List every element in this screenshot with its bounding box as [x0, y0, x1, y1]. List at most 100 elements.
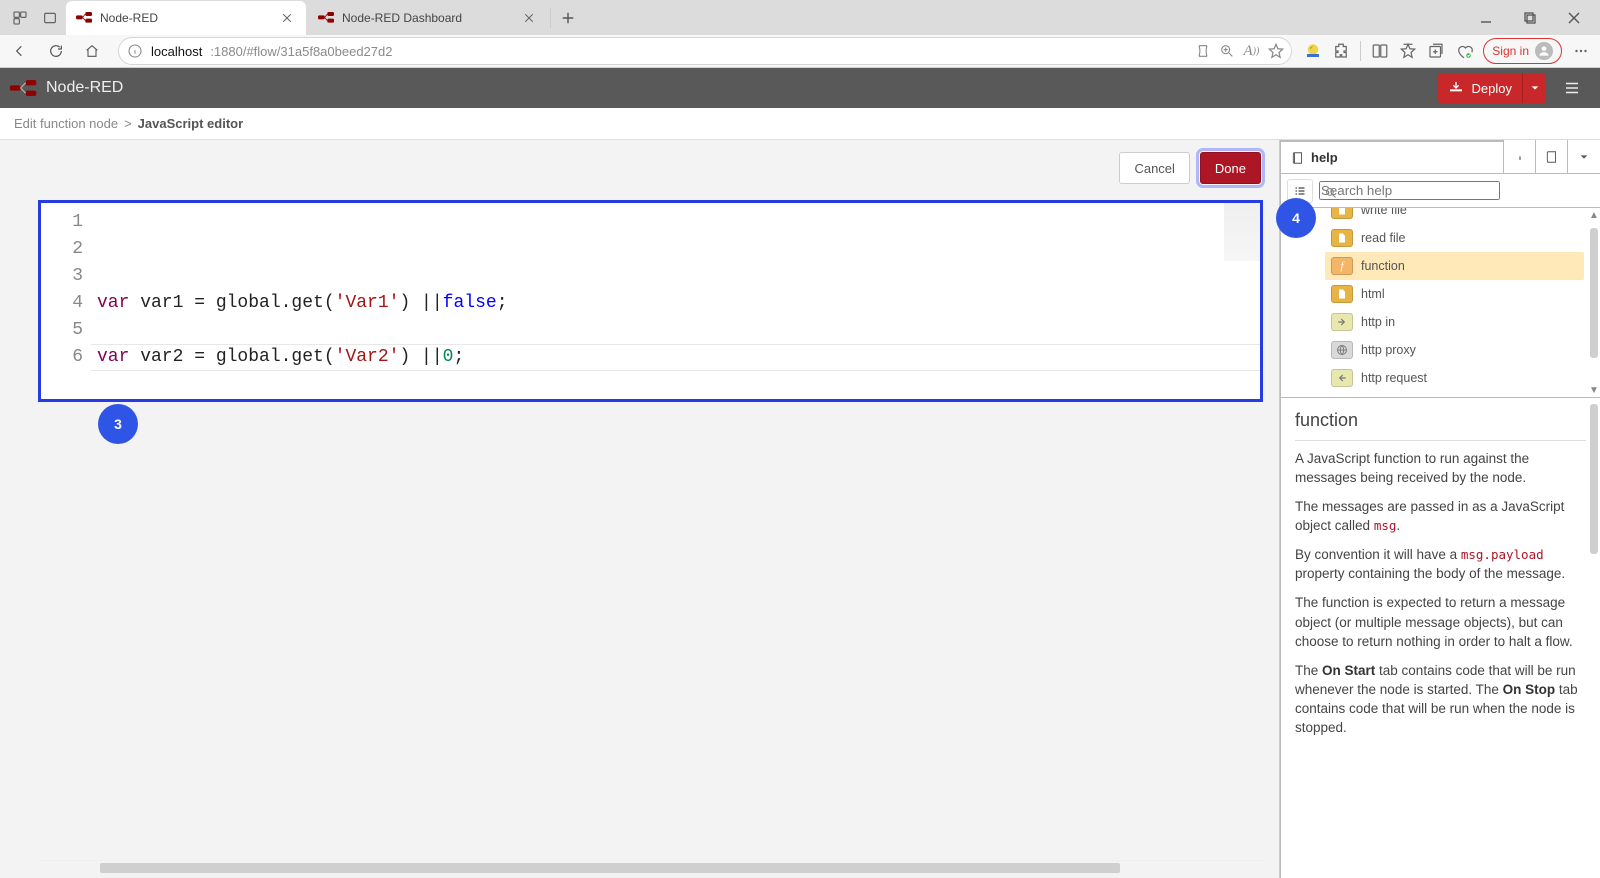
editor-horizontal-scrollbar[interactable] — [40, 860, 1263, 874]
collections-icon[interactable] — [1427, 42, 1445, 60]
palette-item-html[interactable]: html — [1325, 280, 1584, 308]
sidebar-tab-help-label: help — [1311, 150, 1338, 165]
app-body: Cancel Done 1 2 3 4 5 6 var var1 = globa… — [0, 140, 1600, 878]
extension-idm-icon[interactable] — [1304, 42, 1322, 60]
annotation-callout-4: 4 — [1276, 198, 1316, 238]
sidebar-tab-info[interactable] — [1504, 140, 1536, 173]
help-scrollbar[interactable] — [1588, 398, 1600, 878]
nodered-product-name: Node-RED — [46, 79, 123, 97]
search-engine-icon[interactable] — [1195, 43, 1211, 59]
tab-title-1: Node-RED — [100, 11, 158, 25]
editor-gutter: 1 2 3 4 5 6 — [41, 203, 91, 399]
avatar-icon — [1535, 42, 1553, 60]
annotation-callout-3: 3 — [98, 404, 138, 444]
cancel-button[interactable]: Cancel — [1119, 152, 1189, 184]
workspaces-button[interactable] — [6, 4, 34, 32]
address-bar[interactable]: localhost:1880/#flow/31a5f8a0beed27d2 A)… — [118, 37, 1292, 65]
palette-item-function[interactable]: f function — [1325, 252, 1584, 280]
help-title: function — [1295, 408, 1586, 441]
tab-favicon-2 — [318, 10, 334, 26]
line-number: 3 — [41, 263, 83, 290]
nodered-logo: Node-RED — [10, 79, 123, 97]
file-icon — [1331, 229, 1353, 247]
line-number: 6 — [41, 344, 83, 371]
favorites-icon[interactable] — [1399, 42, 1417, 60]
tab-close-1[interactable] — [278, 9, 296, 27]
browser-tab-2[interactable]: Node-RED Dashboard — [308, 1, 548, 35]
browser-toolbar-icons: Sign in — [1304, 38, 1594, 64]
palette-item-http-proxy[interactable]: http proxy — [1325, 336, 1584, 364]
breadcrumb-sep: > — [124, 116, 132, 131]
sidebar-tab-library[interactable] — [1536, 140, 1568, 173]
palette-item-label: html — [1361, 287, 1385, 301]
nav-back-button[interactable] — [6, 37, 34, 65]
browser-essentials-icon[interactable] — [1455, 42, 1473, 60]
nav-home-button[interactable] — [78, 37, 106, 65]
arrow-left-icon — [1331, 369, 1353, 387]
help-search-input[interactable] — [1319, 181, 1500, 200]
done-button[interactable]: Done — [1200, 152, 1261, 184]
nav-refresh-button[interactable] — [42, 37, 70, 65]
palette-item-http-request[interactable]: http request — [1325, 364, 1584, 392]
split-screen-icon[interactable] — [1371, 42, 1389, 60]
help-paragraph: The messages are passed in as a JavaScri… — [1295, 497, 1578, 535]
signin-button[interactable]: Sign in — [1483, 38, 1562, 64]
line-number: 5 — [41, 317, 83, 344]
arrow-right-icon — [1331, 313, 1353, 331]
site-info-icon[interactable] — [127, 43, 143, 59]
help-paragraph: A JavaScript function to run against the… — [1295, 449, 1578, 487]
deploy-label: Deploy — [1472, 81, 1512, 96]
zoom-icon[interactable] — [1219, 43, 1235, 59]
palette-item-label: function — [1361, 259, 1405, 273]
toolbar-divider — [1360, 41, 1361, 61]
sidebar-tabs: help — [1281, 140, 1600, 174]
palette-scrollbar[interactable]: ▲ ▼ — [1588, 208, 1600, 397]
browser-chrome: Node-RED Node-RED Dashboard localhost:18… — [0, 0, 1600, 68]
palette-item-label: http request — [1361, 371, 1427, 385]
browser-tab-row: Node-RED Node-RED Dashboard — [0, 0, 1600, 35]
window-maximize-button[interactable] — [1510, 4, 1550, 32]
editor-column: Cancel Done 1 2 3 4 5 6 var var1 = globa… — [0, 140, 1280, 878]
window-close-button[interactable] — [1554, 4, 1594, 32]
palette-item-write-file[interactable]: write file — [1325, 208, 1584, 224]
line-number: 2 — [41, 236, 83, 263]
read-aloud-icon[interactable]: A)) — [1243, 43, 1259, 60]
breadcrumb-a[interactable]: Edit function node — [14, 116, 118, 131]
sidebar: help write file read file f function html htt… — [1280, 140, 1600, 878]
favorite-star-icon[interactable] — [1267, 42, 1285, 60]
line-number: 1 — [41, 209, 83, 236]
scroll-up-icon[interactable]: ▲ — [1588, 208, 1600, 222]
palette-item-label: write file — [1361, 208, 1407, 217]
tab-close-2[interactable] — [520, 9, 538, 27]
code-editor[interactable]: 1 2 3 4 5 6 var var1 = global.get('Var1'… — [38, 200, 1263, 402]
signin-label: Sign in — [1492, 44, 1529, 58]
palette-item-label: read file — [1361, 231, 1405, 245]
book-icon — [1291, 151, 1305, 165]
browser-more-icon[interactable] — [1572, 42, 1590, 60]
sidebar-tab-help[interactable]: help — [1281, 140, 1504, 173]
url-path: :1880/#flow/31a5f8a0beed27d2 — [210, 44, 392, 59]
palette-item-http-in[interactable]: http in — [1325, 308, 1584, 336]
tab-favicon-1 — [76, 10, 92, 26]
extensions-icon[interactable] — [1332, 42, 1350, 60]
editor-breadcrumb: Edit function node > JavaScript editor — [0, 108, 1600, 140]
search-icon — [1325, 186, 1337, 202]
window-minimize-button[interactable] — [1466, 4, 1506, 32]
new-tab-button[interactable] — [553, 3, 583, 33]
main-menu-button[interactable] — [1554, 73, 1590, 103]
palette-item-read-file[interactable]: read file — [1325, 224, 1584, 252]
deploy-button[interactable]: Deploy — [1438, 73, 1546, 103]
sidebar-toolbar — [1281, 174, 1600, 208]
window-controls — [1466, 4, 1594, 32]
editor-code-area[interactable]: var var1 = global.get('Var1') ||false; v… — [91, 203, 1260, 399]
tab-actions-button[interactable] — [36, 4, 64, 32]
fx-icon: f — [1331, 257, 1353, 275]
deploy-dropdown-arrow[interactable] — [1522, 73, 1546, 103]
doc-icon — [1331, 285, 1353, 303]
palette-item-label: http proxy — [1361, 343, 1416, 357]
scroll-down-icon[interactable]: ▼ — [1588, 383, 1600, 397]
browser-tab-1[interactable]: Node-RED — [66, 1, 306, 35]
sidebar-tab-more[interactable] — [1568, 140, 1600, 173]
help-paragraph: By convention it will have a msg.payload… — [1295, 545, 1578, 583]
help-node-list: write file read file f function html http in h… — [1281, 208, 1600, 398]
